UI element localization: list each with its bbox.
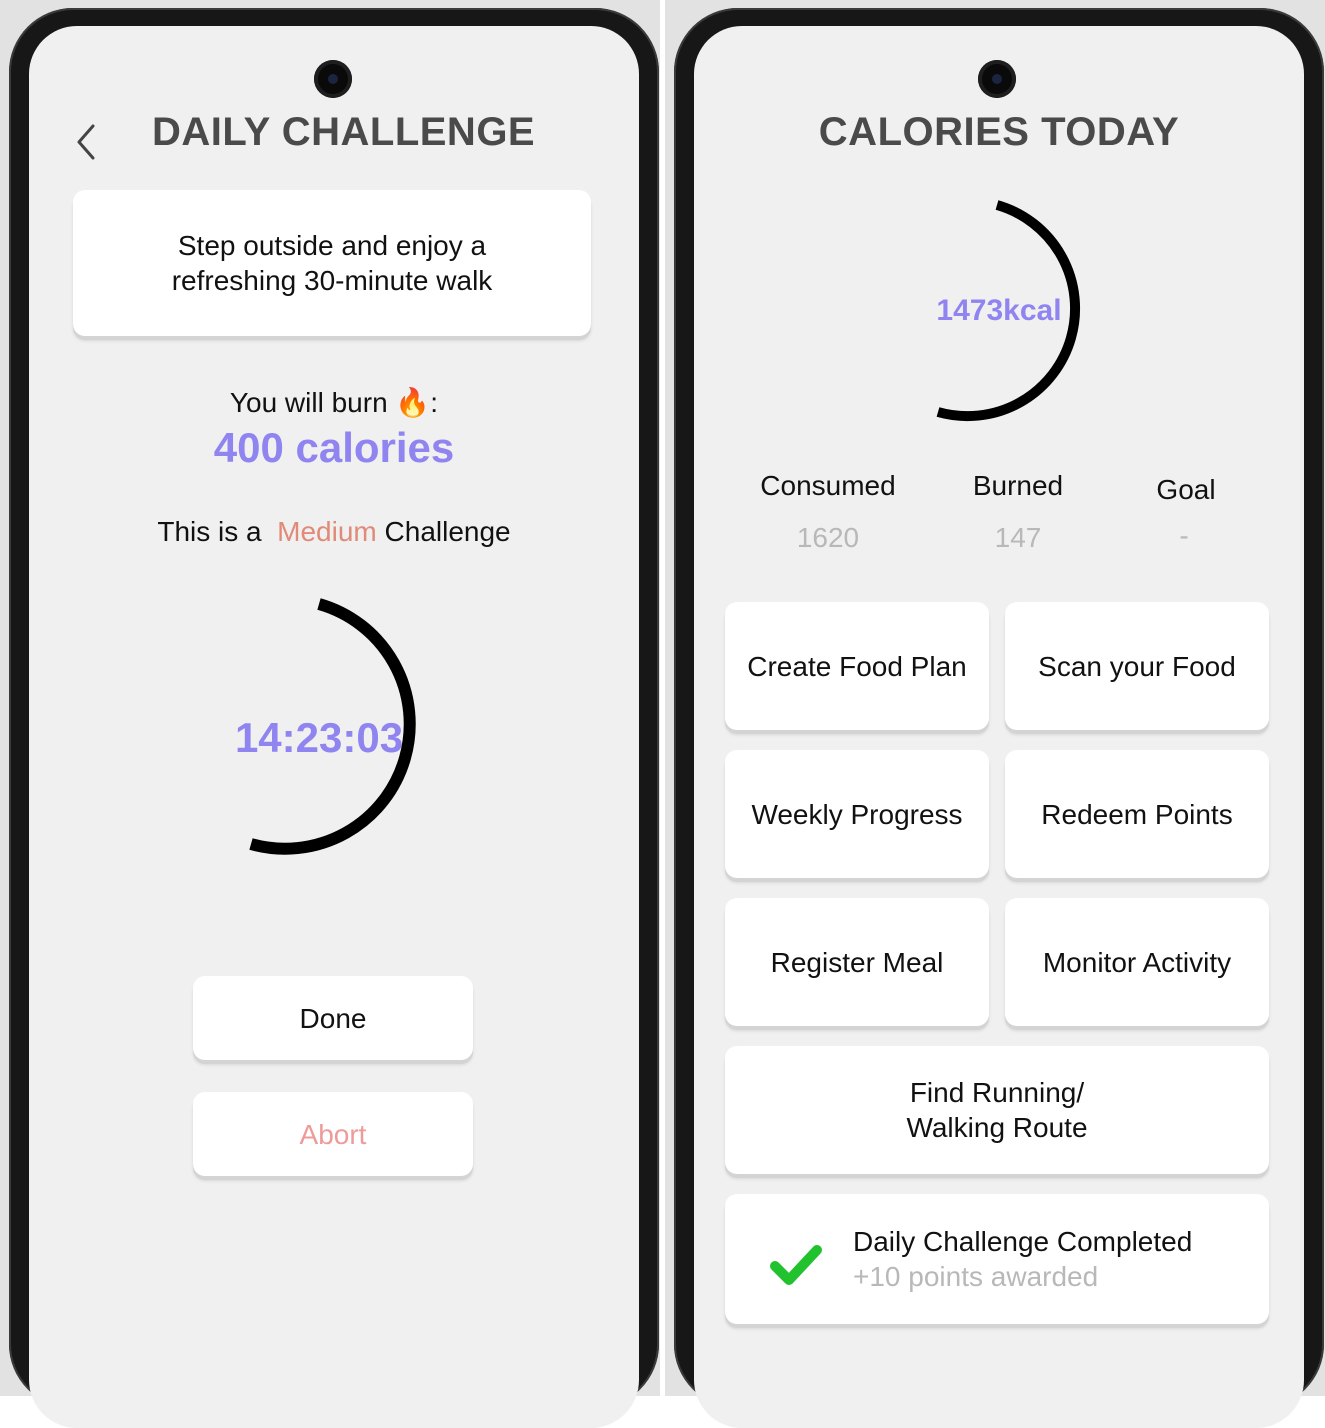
screen-daily-challenge: DAILY CHALLENGE Step outside and enjoy a… xyxy=(29,26,639,1428)
redeem-points-button[interactable]: Redeem Points xyxy=(1005,750,1269,878)
challenge-completed-text: Daily Challenge Completed +10 points awa… xyxy=(853,1224,1192,1294)
kcal-value: 1473kcal xyxy=(936,294,1062,327)
phone-daily-challenge: DAILY CHALLENGE Step outside and enjoy a… xyxy=(9,8,659,1428)
find-route-button[interactable]: Find Running/ Walking Route xyxy=(725,1046,1269,1174)
camera-icon xyxy=(314,60,352,98)
weekly-progress-button[interactable]: Weekly Progress xyxy=(725,750,989,878)
burn-suffix: : xyxy=(430,387,439,418)
screen-calories-today: CALORIES TODAY 1473kcal Consumed 1620 Bu… xyxy=(694,26,1304,1428)
difficulty-line: This is a Medium Challenge xyxy=(29,516,639,548)
stat-burned-label: Burned xyxy=(972,470,1064,501)
difficulty-level: Medium xyxy=(277,516,377,547)
page-title: CALORIES TODAY xyxy=(818,110,1180,154)
points-awarded-label: +10 points awarded xyxy=(853,1261,1099,1292)
burn-label: You will burn 🔥: xyxy=(29,386,639,419)
camera-icon xyxy=(978,60,1016,98)
page-title: DAILY CHALLENGE xyxy=(152,110,536,154)
difficulty-prefix: This is a xyxy=(157,516,262,547)
challenge-text-line2: refreshing 30-minute walk xyxy=(171,265,493,296)
chevron-left-icon[interactable] xyxy=(71,122,101,162)
challenge-completed-card[interactable]: Daily Challenge Completed +10 points awa… xyxy=(725,1194,1269,1324)
stat-goal-label: Goal xyxy=(1156,474,1216,505)
difficulty-suffix: Challenge xyxy=(384,516,511,547)
done-button[interactable]: Done xyxy=(193,976,473,1060)
challenge-card: Step outside and enjoy a refreshing 30-m… xyxy=(73,190,591,336)
monitor-activity-button[interactable]: Monitor Activity xyxy=(1005,898,1269,1026)
checkmark-icon xyxy=(770,1245,822,1285)
scan-food-button[interactable]: Scan your Food xyxy=(1005,602,1269,730)
stat-goal-value: - xyxy=(1179,520,1189,551)
challenge-completed-label: Daily Challenge Completed xyxy=(853,1226,1193,1257)
abort-button[interactable]: Abort xyxy=(193,1092,473,1176)
create-food-plan-button[interactable]: Create Food Plan xyxy=(725,602,989,730)
challenge-text-line1: Step outside and enjoy a xyxy=(177,230,487,261)
register-meal-button[interactable]: Register Meal xyxy=(725,898,989,1026)
stat-consumed-value: 1620 xyxy=(796,522,860,553)
stat-consumed-label: Consumed xyxy=(760,470,896,501)
find-route-line2: Walking Route xyxy=(906,1112,1088,1143)
burn-prefix: You will burn xyxy=(229,387,388,418)
fire-icon: 🔥 xyxy=(395,387,431,418)
calories-value: 400 calories xyxy=(213,424,455,471)
find-route-line1: Find Running/ xyxy=(909,1077,1085,1108)
stat-burned-value: 147 xyxy=(994,522,1042,553)
timer-value: 14:23:03 xyxy=(234,714,404,761)
phone-calories-today: CALORIES TODAY 1473kcal Consumed 1620 Bu… xyxy=(674,8,1324,1428)
